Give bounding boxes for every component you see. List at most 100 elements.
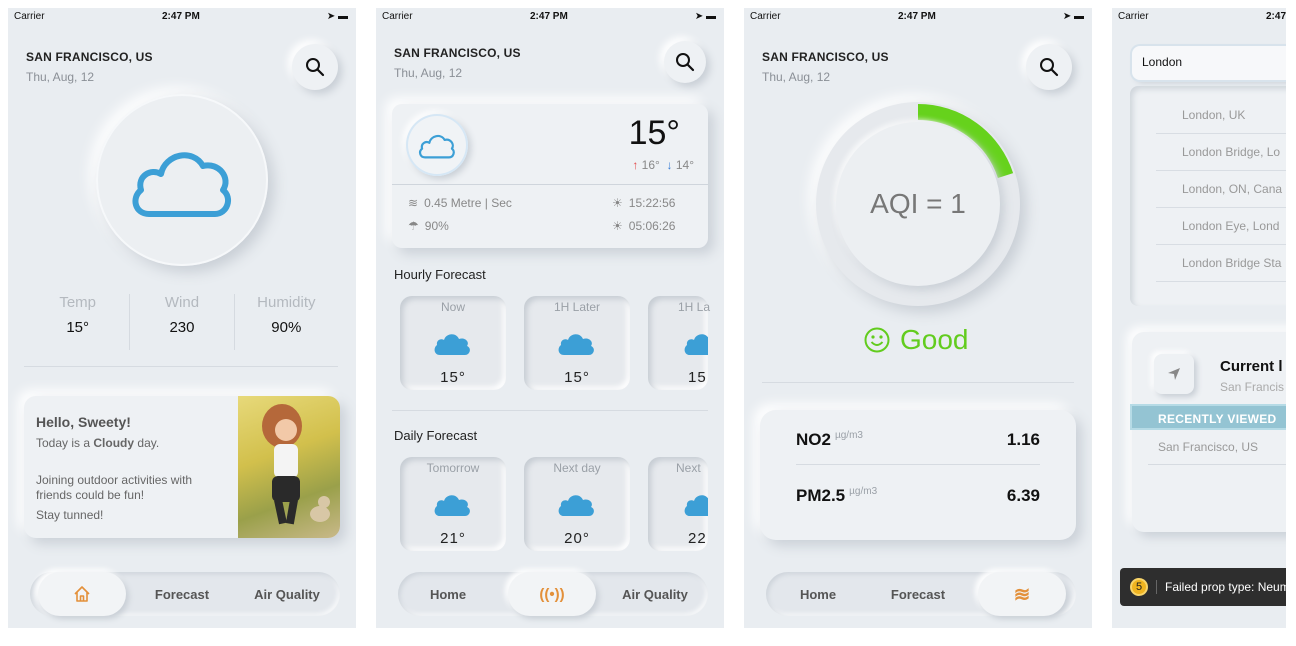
location-arrow-icon: [1168, 368, 1180, 380]
pollutant-label: NO2: [796, 430, 831, 449]
battery-icon: ➤ ▬: [326, 11, 348, 22]
temp-range: ↑ 16° ↓ 14°: [632, 158, 694, 172]
hour-temp: 15°: [440, 369, 466, 386]
tab-bar: Forecast Air Quality: [30, 572, 340, 616]
carrier-label: Carrier: [14, 11, 45, 22]
carrier-label: Carrier: [382, 11, 413, 22]
city-name: SAN FRANCISCO, US: [26, 50, 153, 64]
divider: [1148, 464, 1286, 465]
hour-label: 1H La: [678, 300, 711, 314]
divider: [392, 410, 708, 411]
stat-label: Humidity: [257, 294, 316, 311]
cloud-icon: [648, 330, 708, 356]
screen-forecast: Carrier 2:47 PM ➤ ▬ SAN FRANCISCO, US Th…: [376, 8, 724, 628]
suggestion-item[interactable]: London, ON, Cana: [1156, 172, 1286, 208]
current-location-card[interactable]: Current l San Francis: [1132, 332, 1286, 532]
hourly-card[interactable]: Now 15°: [400, 296, 506, 390]
search-button[interactable]: [292, 44, 338, 90]
screen-air-quality: Carrier 2:47 PM ➤ ▬ SAN FRANCISCO, US Th…: [744, 8, 1092, 628]
daily-card[interactable]: Tomorrow 21°: [400, 457, 506, 551]
aqi-status-label: Good: [900, 324, 969, 355]
suggestion-item[interactable]: London Bridge Sta: [1156, 246, 1286, 282]
cloud-icon: [524, 330, 630, 356]
carrier-label: Carrier: [1118, 11, 1149, 22]
stat-value: 15°: [66, 319, 89, 336]
battery-icon: ➤ ▬: [694, 11, 716, 22]
greeting-today: Today is a Cloudy day.: [36, 436, 159, 450]
stat-wind: Wind 230: [129, 294, 233, 350]
greeting-card: Hello, Sweety! Today is a Cloudy day. Jo…: [24, 396, 340, 538]
carrier-label: Carrier: [750, 11, 781, 22]
tab-home[interactable]: [38, 572, 126, 616]
pollutant-row-pm25: PM2.5 µg/m3 6.39: [796, 480, 1040, 510]
city-name: SAN FRANCISCO, US: [762, 50, 889, 64]
greeting-title: Hello, Sweety!: [36, 414, 131, 430]
cloud-icon: [418, 134, 455, 159]
day-label: Next day: [553, 461, 601, 475]
temp-low: 14°: [675, 158, 694, 172]
divider: [796, 464, 1040, 465]
current-weather-card: 15° ↑ 16° ↓ 14° ≋ 0.45 Metre | Sec ☂ 90% ☀…: [392, 104, 708, 248]
tab-air-quality[interactable]: Air Quality: [242, 572, 332, 616]
tab-home[interactable]: Home: [408, 572, 488, 616]
divider: [762, 382, 1074, 383]
girl-illustration: [262, 404, 330, 525]
day-temp: 20°: [564, 530, 590, 547]
search-button[interactable]: [1026, 44, 1072, 90]
pollutant-unit: µg/m3: [849, 486, 878, 498]
current-location-title: Current l: [1220, 358, 1283, 375]
hour-temp: 15°: [564, 369, 590, 386]
humidity-value: 90%: [424, 219, 449, 233]
aqi-status: Good: [864, 324, 969, 356]
battery-icon: ➤ ▬: [1062, 11, 1084, 22]
daily-card[interactable]: Next 22: [648, 457, 708, 551]
status-time: 2:47 PM: [530, 11, 568, 22]
wind-icon: ≋: [1013, 583, 1031, 606]
tab-home[interactable]: Home: [778, 572, 858, 616]
today-prefix: Today is a: [36, 436, 91, 450]
arrow-up-icon: ↑: [632, 158, 639, 172]
wind-value: 0.45 Metre | Sec: [424, 196, 512, 210]
suggestion-item[interactable]: London Bridge, Lo: [1156, 135, 1286, 171]
day-temp: 21°: [440, 530, 466, 547]
tab-forecast[interactable]: Forecast: [878, 572, 958, 616]
pollutant-value: 6.39: [1006, 486, 1040, 505]
status-time: 2:47 PM: [1266, 11, 1286, 22]
cloud-icon: [400, 330, 506, 356]
greeting-line-1: Joining outdoor activities with: [36, 473, 193, 487]
hourly-card[interactable]: 1H La 15: [648, 296, 711, 390]
suggestion-item[interactable]: London, UK: [1156, 98, 1286, 134]
divider: [24, 366, 338, 367]
location-button[interactable]: [1154, 354, 1194, 394]
temp-high: 16°: [641, 158, 660, 172]
day-temp: 22: [688, 530, 707, 547]
status-bar: Carrier 2:47 PM ➤ ▬: [8, 8, 356, 26]
search-input[interactable]: London: [1132, 46, 1286, 80]
day-label: Tomorrow: [426, 461, 480, 475]
cloud-icon: [400, 491, 506, 517]
error-toast[interactable]: 5 Failed prop type: Neum: [1120, 568, 1286, 606]
tab-forecast[interactable]: ((•)): [508, 572, 596, 616]
search-button[interactable]: [664, 41, 706, 83]
suggestion-item[interactable]: London Eye, Lond: [1156, 209, 1286, 245]
error-message: Failed prop type: Neum: [1156, 580, 1286, 594]
wind-row: ≋ 0.45 Metre | Sec: [408, 196, 512, 210]
smile-icon: [864, 327, 890, 353]
search-icon: [306, 58, 325, 77]
search-icon: [1040, 58, 1059, 77]
recent-item[interactable]: San Francisco, US: [1158, 440, 1258, 454]
error-count-badge: 5: [1130, 578, 1148, 596]
search-icon: [676, 53, 695, 72]
stat-label: Temp: [59, 294, 96, 311]
hourly-card[interactable]: 1H Later 15°: [524, 296, 630, 390]
daily-forecast-title: Daily Forecast: [394, 428, 478, 443]
status-time: 2:47 PM: [898, 11, 936, 22]
tab-forecast[interactable]: Forecast: [142, 572, 222, 616]
tab-air-quality[interactable]: ≋: [978, 572, 1066, 616]
stat-humidity: Humidity 90%: [233, 294, 338, 350]
tab-air-quality[interactable]: Air Quality: [610, 572, 700, 616]
status-bar: Carrier 2:47 PM ➤ ▬: [744, 8, 1092, 26]
cloud-icon: [648, 491, 708, 517]
pollutants-card: NO2 µg/m3 1.16 PM2.5 µg/m3 6.39: [760, 410, 1076, 540]
daily-card[interactable]: Next day 20°: [524, 457, 630, 551]
